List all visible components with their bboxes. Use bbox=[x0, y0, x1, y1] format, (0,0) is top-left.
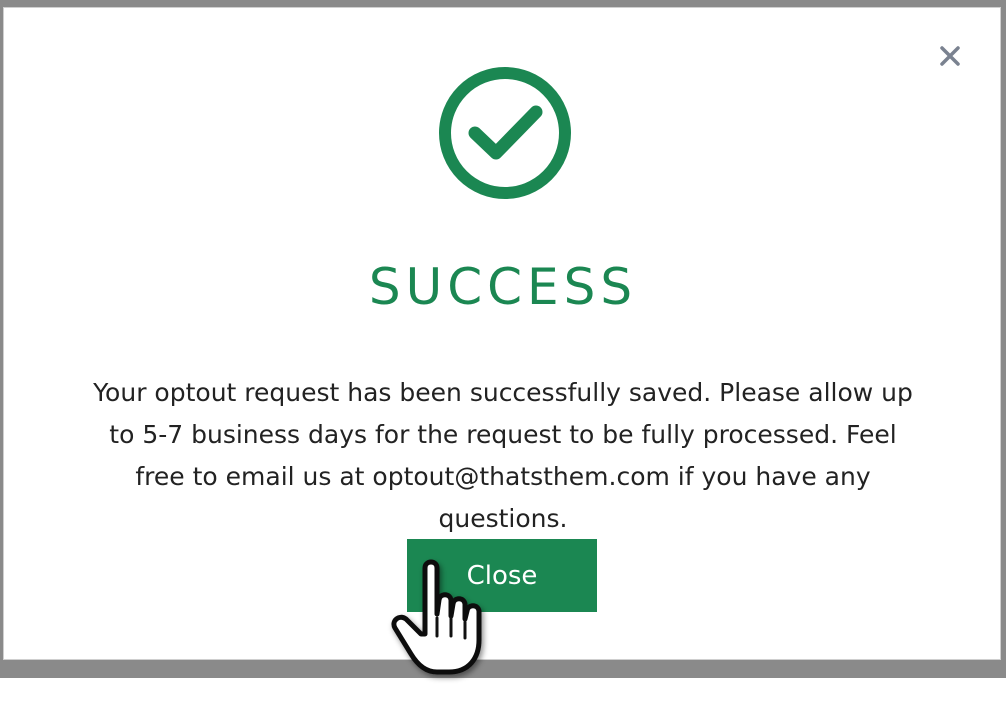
check-circle-icon bbox=[437, 65, 573, 201]
modal-title: SUCCESS bbox=[368, 258, 638, 316]
close-icon[interactable] bbox=[936, 42, 964, 70]
success-modal: SUCCESS Your optout request has been suc… bbox=[3, 7, 1001, 660]
success-message: Your optout request has been successfull… bbox=[93, 378, 913, 533]
close-button[interactable]: Close bbox=[407, 539, 597, 612]
screen: SUCCESS Your optout request has been suc… bbox=[0, 0, 1006, 702]
